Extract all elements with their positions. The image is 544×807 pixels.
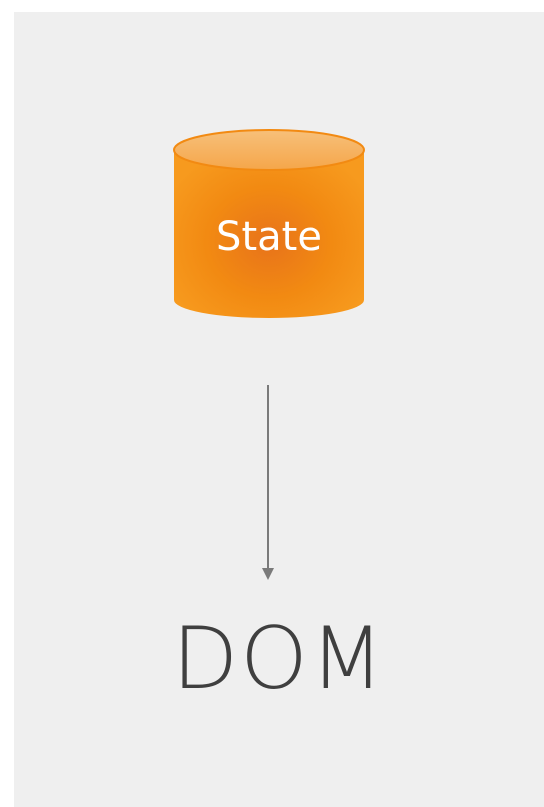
arrow-head — [262, 568, 274, 580]
state-cylinder: State — [173, 129, 365, 318]
cylinder-top — [173, 129, 365, 171]
dom-label: DOM — [171, 609, 387, 709]
diagram-canvas: State DOM — [14, 12, 544, 807]
state-label: State — [216, 214, 322, 260]
flow-arrow — [262, 385, 274, 580]
